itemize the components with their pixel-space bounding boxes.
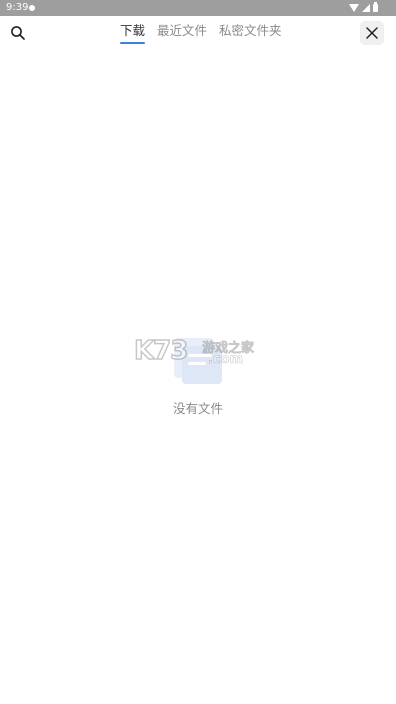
- empty-message: 没有文件: [172, 401, 223, 416]
- header: 下载 最近文件 私密文件夹: [0, 16, 396, 50]
- notification-dot-icon: [29, 5, 35, 11]
- close-icon: [366, 27, 378, 39]
- tab-recent-files[interactable]: 最近文件: [151, 16, 213, 50]
- empty-folder-icon: [174, 338, 222, 384]
- tab-label: 下载: [120, 23, 146, 38]
- tab-private-folder[interactable]: 私密文件夹: [213, 16, 288, 50]
- active-tab-indicator: [120, 42, 146, 44]
- search-icon: [11, 26, 25, 40]
- screen: 9:39 下载 最近文件 私密文件夹 没有文件 K73 游戏之家 .com: [0, 0, 396, 704]
- wifi-icon: [349, 4, 359, 12]
- search-button[interactable]: [8, 23, 28, 43]
- close-button[interactable]: [360, 21, 384, 45]
- status-icons: [349, 0, 378, 16]
- tab-bar: 下载 最近文件 私密文件夹: [114, 16, 288, 50]
- tab-downloads[interactable]: 下载: [114, 16, 151, 50]
- tab-label: 最近文件: [157, 23, 208, 38]
- status-time: 9:39: [6, 2, 29, 13]
- status-bar: 9:39: [0, 0, 396, 16]
- battery-icon: [373, 2, 378, 12]
- signal-icon: [362, 4, 370, 12]
- tab-label: 私密文件夹: [219, 23, 282, 38]
